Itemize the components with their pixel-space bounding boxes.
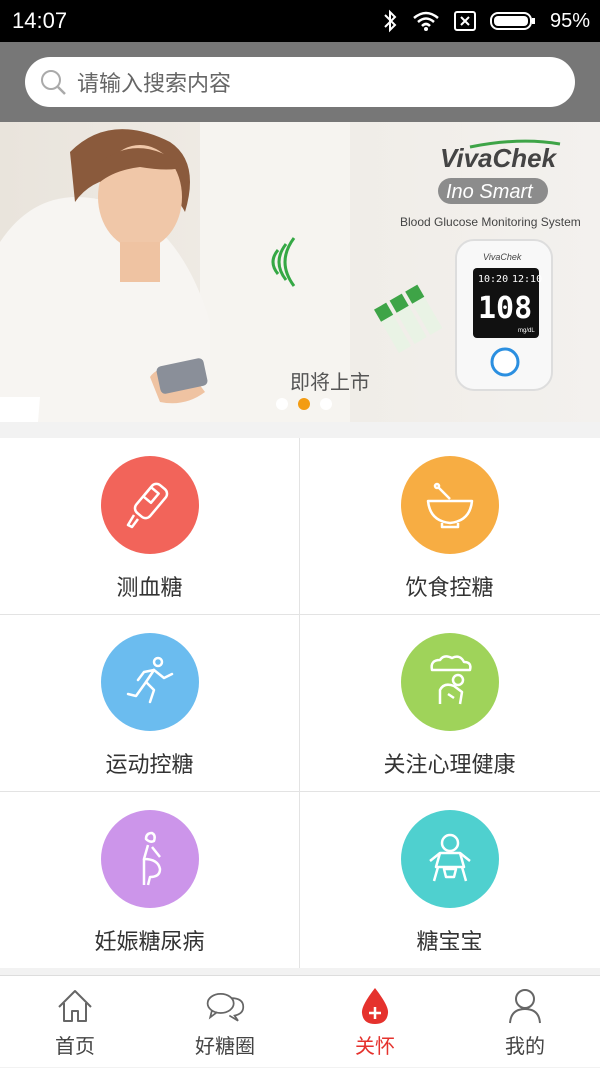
banner-caption: 即将上市 xyxy=(290,370,370,394)
tab-label: 关怀 xyxy=(355,1034,395,1058)
feature-label: 测血糖 xyxy=(116,576,183,601)
brand-logo: VivaChek xyxy=(440,143,558,173)
feature-mental-health[interactable]: 关注心理健康 xyxy=(300,615,599,791)
glucose-meter-icon xyxy=(100,456,199,554)
status-bar: 14:07 95% xyxy=(0,0,600,42)
feature-measure-glucose[interactable]: 测血糖 xyxy=(0,438,299,614)
feature-exercise-control[interactable]: 运动控糖 xyxy=(0,615,299,791)
glucose-meter-image: VivaChek 10:20 12:10 108 mg/dL xyxy=(455,239,553,391)
search-input[interactable]: 请输入搜索内容 xyxy=(25,57,575,107)
wifi-icon xyxy=(413,11,439,31)
chat-bubbles-icon xyxy=(205,986,245,1026)
feature-label: 妊娠糖尿病 xyxy=(94,930,205,955)
blood-drop-plus-icon xyxy=(355,986,395,1026)
tab-sugar-circle[interactable]: 好糖圈 xyxy=(150,976,300,1068)
banner-tagline: Blood Glucose Monitoring System xyxy=(400,215,581,229)
svg-text:VivaChek: VivaChek xyxy=(483,252,522,262)
search-header: 请输入搜索内容 xyxy=(0,42,600,122)
status-time: 14:07 xyxy=(12,8,68,33)
running-person-icon xyxy=(100,633,199,731)
feature-label: 运动控糖 xyxy=(105,753,194,778)
thinking-person-icon xyxy=(400,633,499,731)
search-placeholder: 请输入搜索内容 xyxy=(77,72,232,97)
tab-home[interactable]: 首页 xyxy=(0,976,150,1068)
tab-label: 我的 xyxy=(505,1034,545,1058)
carousel-dot-active[interactable] xyxy=(298,398,310,410)
feature-diet-control[interactable]: 饮食控糖 xyxy=(300,438,599,614)
tab-care[interactable]: 关怀 xyxy=(300,976,450,1068)
bottom-tab-bar: 首页 好糖圈 关怀 我的 xyxy=(0,975,600,1067)
feature-label: 饮食控糖 xyxy=(405,576,494,601)
carousel-dot[interactable] xyxy=(320,398,332,410)
bluetooth-icon xyxy=(384,9,397,33)
status-icons: 95% xyxy=(382,8,590,34)
svg-text:108: 108 xyxy=(478,291,532,326)
test-strips-image xyxy=(374,284,443,353)
feature-grid: 测血糖 饮食控糖 运动控糖 关注心理健康 妊娠糖尿病 糖宝宝 xyxy=(0,438,600,968)
carousel-dot[interactable] xyxy=(276,398,288,410)
tab-mine[interactable]: 我的 xyxy=(450,976,600,1068)
bowl-icon xyxy=(400,456,499,554)
home-icon xyxy=(55,986,95,1026)
battery-percent: 95% xyxy=(549,9,590,32)
person-icon xyxy=(505,986,545,1026)
search-icon xyxy=(41,70,66,95)
product-name: Ino Smart xyxy=(446,181,534,203)
tab-label: 首页 xyxy=(55,1034,95,1058)
svg-text:mg/dL: mg/dL xyxy=(518,328,535,334)
battery-icon xyxy=(489,12,535,30)
feature-label: 糖宝宝 xyxy=(416,930,483,955)
feature-sugar-baby[interactable]: 糖宝宝 xyxy=(300,792,599,968)
no-sim-icon xyxy=(453,11,476,31)
pregnant-woman-icon xyxy=(100,810,199,908)
tab-label: 好糖圈 xyxy=(195,1034,255,1058)
baby-icon xyxy=(400,810,499,908)
promo-banner[interactable]: VivaChek Ino Smart Blood Glucose Monitor… xyxy=(0,122,600,422)
feature-gestational-diabetes[interactable]: 妊娠糖尿病 xyxy=(0,792,299,968)
woman-image xyxy=(0,129,210,422)
feature-label: 关注心理健康 xyxy=(383,753,516,778)
svg-text:10:20: 10:20 xyxy=(478,274,508,285)
carousel-dots xyxy=(276,398,332,410)
svg-text:12:10: 12:10 xyxy=(512,274,542,285)
